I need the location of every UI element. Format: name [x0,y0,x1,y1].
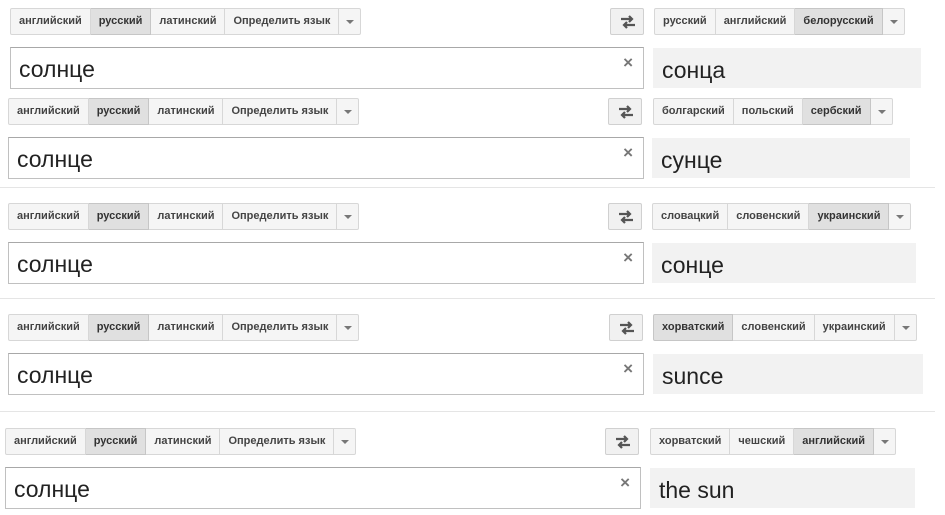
source-lang-button-1[interactable]: английский [8,98,89,125]
target-language-bar: словацкий словенский украинский [652,203,912,230]
target-lang-dropdown[interactable] [882,8,905,35]
clear-text-icon[interactable]: × [623,143,633,163]
source-lang-dropdown[interactable] [334,428,357,455]
translation-text: sunce [662,363,724,389]
target-lang-button-2[interactable]: чешский [730,428,795,455]
source-text: солнце [19,56,95,82]
clear-text-icon[interactable]: × [623,53,633,73]
swap-languages-icon [619,105,633,119]
source-text: солнце [17,146,93,172]
swap-languages-icon [616,435,630,449]
detect-language-button[interactable]: Определить язык [223,203,338,230]
source-lang-button-1[interactable]: английский [8,203,89,230]
translation-output: сонца [653,48,921,88]
source-lang-button-2[interactable]: русский [88,98,150,125]
detect-language-button[interactable]: Определить язык [223,314,338,341]
target-lang-button-2[interactable]: словенский [728,203,810,230]
target-lang-button-1[interactable]: хорватский [650,428,731,455]
translation-text: сонца [662,57,726,83]
source-lang-dropdown[interactable] [337,203,360,230]
target-lang-button-2[interactable]: словенский [733,314,815,341]
source-language-bar: английский русский латинский Определить … [5,428,357,455]
target-language-bar: хорватский чешский английский [650,428,896,455]
target-language-bar: хорватский словенский украинский [653,314,917,341]
translation-text: сунце [661,147,723,173]
source-lang-dropdown[interactable] [339,8,362,35]
source-language-bar: английский русский латинский Определить … [8,98,360,125]
translation-text: the sun [659,477,735,503]
translation-output: сонце [652,243,916,283]
target-language-bar: болгарский польский сербский [653,98,893,125]
source-text-input[interactable]: солнце × [8,353,644,395]
target-lang-button-1[interactable]: хорватский [653,314,734,341]
target-language-bar: русский английский белорусский [654,8,905,35]
swap-languages-icon [620,321,634,335]
swap-languages-button[interactable] [605,428,639,455]
translation-text: сонце [661,252,724,278]
clear-text-icon[interactable]: × [623,248,633,268]
translation-output: сунце [652,138,910,178]
source-lang-button-1[interactable]: английский [8,314,89,341]
source-text-input[interactable]: солнце × [10,47,644,89]
source-text: солнце [17,362,93,388]
source-lang-button-3[interactable]: латинский [149,314,224,341]
target-lang-dropdown[interactable] [889,203,912,230]
target-lang-button-2[interactable]: английский [715,8,796,35]
swap-languages-button[interactable] [608,203,642,230]
translation-output: sunce [653,354,923,394]
target-lang-button-1[interactable]: словацкий [652,203,729,230]
target-lang-button-3[interactable]: сербский [802,98,871,125]
source-lang-dropdown[interactable] [337,314,360,341]
target-lang-button-3[interactable]: украинский [814,314,895,341]
target-lang-dropdown[interactable] [870,98,893,125]
panel-divider [0,298,935,299]
panel-divider [0,411,935,412]
clear-text-icon[interactable]: × [623,359,633,379]
target-lang-button-3[interactable]: украинский [809,203,890,230]
source-text: солнце [14,476,90,502]
source-text-input[interactable]: солнце × [5,467,641,509]
detect-language-button[interactable]: Определить язык [220,428,335,455]
source-text-input[interactable]: солнце × [8,137,644,179]
swap-languages-button[interactable] [610,8,644,35]
target-lang-dropdown[interactable] [873,428,896,455]
source-text-input[interactable]: солнце × [8,242,644,284]
target-lang-dropdown[interactable] [894,314,917,341]
target-lang-button-3[interactable]: английский [794,428,874,455]
panel-divider [0,187,935,188]
source-lang-button-3[interactable]: латинский [151,8,226,35]
clear-text-icon[interactable]: × [620,473,630,493]
source-text: солнце [17,251,93,277]
swap-languages-icon [621,15,635,29]
target-lang-button-1[interactable]: болгарский [653,98,734,125]
source-lang-button-3[interactable]: латинский [146,428,221,455]
source-language-bar: английский русский латинский Определить … [8,203,360,230]
detect-language-button[interactable]: Определить язык [223,98,338,125]
source-lang-button-1[interactable]: английский [10,8,91,35]
target-lang-button-3[interactable]: белорусский [795,8,883,35]
source-lang-button-2[interactable]: русский [90,8,152,35]
translation-output: the sun [650,468,915,508]
source-lang-button-2[interactable]: русский [88,314,150,341]
target-lang-button-1[interactable]: русский [654,8,716,35]
source-lang-button-2[interactable]: русский [88,203,150,230]
swap-languages-button[interactable] [608,98,642,125]
source-lang-button-3[interactable]: латинский [149,98,224,125]
source-language-bar: английский русский латинский Определить … [10,8,362,35]
target-lang-button-2[interactable]: польский [733,98,803,125]
detect-language-button[interactable]: Определить язык [225,8,340,35]
swap-languages-icon [619,210,633,224]
source-lang-button-1[interactable]: английский [5,428,86,455]
source-lang-button-3[interactable]: латинский [149,203,224,230]
source-lang-dropdown[interactable] [337,98,360,125]
source-lang-button-2[interactable]: русский [85,428,147,455]
swap-languages-button[interactable] [609,314,643,341]
source-language-bar: английский русский латинский Определить … [8,314,360,341]
